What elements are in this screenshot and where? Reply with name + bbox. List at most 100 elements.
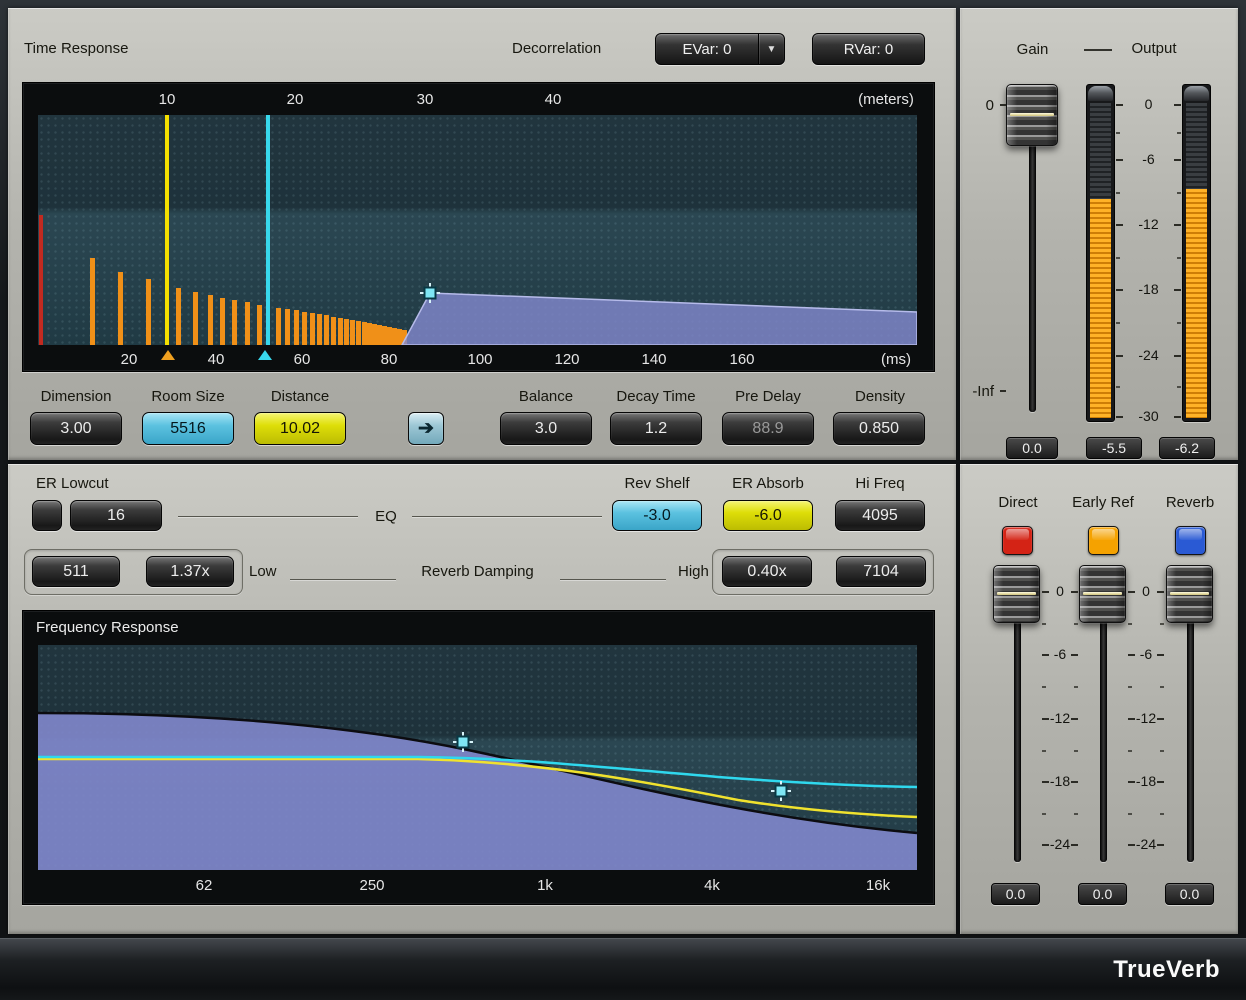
damping-low-freq-value[interactable]: 511 (32, 556, 120, 587)
reverb-fader-handle[interactable] (1166, 565, 1213, 623)
damping-high-freq-value[interactable]: 7104 (836, 556, 926, 587)
output-meter-right (1182, 84, 1211, 422)
reverb-level-handle[interactable] (425, 288, 436, 299)
er-lowcut-enable-button[interactable] (32, 500, 62, 531)
scale-tick-minor (1177, 322, 1181, 324)
damping-high-label: High (678, 563, 709, 580)
scale-tick-minor (1042, 813, 1046, 815)
time-response-svg (38, 115, 917, 345)
brand-logo: TrueVerb (1113, 939, 1220, 1000)
scale-tick-minor (1074, 750, 1078, 752)
freq-axis-tick: 62 (179, 877, 229, 894)
frequency-response-svg (38, 645, 917, 870)
direct-distance-marker[interactable] (161, 350, 175, 360)
early-ref-button[interactable] (1088, 526, 1119, 555)
ms-axis-tick: 40 (196, 351, 236, 368)
pre-delay-value[interactable]: 88.9 (722, 412, 814, 445)
meter-cap (1088, 86, 1113, 101)
impulse-bar (276, 308, 281, 345)
link-arrow-button[interactable]: ➔ (408, 412, 444, 445)
damping-high-ratio-value[interactable]: 0.40x (722, 556, 812, 587)
reverb-button[interactable] (1175, 526, 1206, 555)
dimension-label: Dimension (30, 388, 122, 405)
link-arrow-icon: ➔ (418, 417, 434, 440)
impulse-bar (397, 329, 402, 345)
scale-tick (1116, 355, 1123, 357)
impulse-bar (362, 322, 367, 345)
scale-tick (1042, 654, 1049, 656)
ms-axis-tick: 80 (369, 351, 409, 368)
er-lowcut-value[interactable]: 16 (70, 500, 162, 531)
meters-unit-label: (meters) (851, 91, 921, 108)
scale-tick-minor (1116, 386, 1120, 388)
freq-axis-tick: 1k (520, 877, 570, 894)
gain-scale-tick (1000, 390, 1006, 392)
rev-shelf-label: Rev Shelf (612, 475, 702, 492)
scale-tick (1174, 224, 1181, 226)
ms-axis-tick: 100 (460, 351, 500, 368)
ms-axis-tick: 140 (634, 351, 674, 368)
ms-axis-tick: 120 (547, 351, 587, 368)
mixer-scale-left: 0-6-12-18-24 (1042, 0, 1078, 900)
impulse-bar (392, 328, 397, 345)
impulse-bar (310, 313, 315, 345)
trueverb-window: Time Response Decorrelation EVar: 0 ▼ RV… (0, 0, 1246, 1000)
impulse-bar (350, 320, 355, 345)
rvar-button[interactable]: RVar: 0 (812, 33, 925, 65)
impulse-bar (118, 272, 123, 345)
damping-low-ratio-value[interactable]: 1.37x (146, 556, 234, 587)
gain-scale-tick (1000, 104, 1006, 106)
scale-tick (1071, 844, 1078, 846)
scale-tick-minor (1042, 686, 1046, 688)
gain-scale-top-label: 0 (972, 97, 994, 114)
scale-tick-minor (1128, 813, 1132, 815)
rev-shelf-value[interactable]: -3.0 (612, 500, 702, 531)
impulse-bar (176, 288, 181, 345)
direct-button[interactable] (1002, 526, 1033, 555)
scale-tick-minor (1177, 257, 1181, 259)
eq-handle[interactable] (776, 786, 787, 797)
distance-value[interactable]: 10.02 (254, 412, 346, 445)
scale-tick-minor (1128, 750, 1132, 752)
scale-tick (1157, 591, 1164, 593)
scale-tick (1071, 591, 1078, 593)
impulse-bar (338, 318, 343, 345)
scale-tick (1042, 591, 1049, 593)
decay-time-value[interactable]: 1.2 (610, 412, 702, 445)
chevron-down-icon[interactable]: ▼ (758, 34, 784, 64)
ms-unit-label: (ms) (871, 351, 921, 368)
frequency-response-plot[interactable] (38, 645, 917, 870)
er-absorb-label: ER Absorb (722, 475, 814, 492)
early-ref-marker[interactable] (258, 350, 272, 360)
hi-freq-value[interactable]: 4095 (835, 500, 925, 531)
meters-axis-tick: 30 (405, 91, 445, 108)
eq-handle[interactable] (458, 737, 469, 748)
time-response-plot[interactable] (38, 115, 917, 345)
room-size-value[interactable]: 5516 (142, 412, 234, 445)
meter-fill (1090, 199, 1111, 418)
direct-readout[interactable]: 0.0 (991, 883, 1040, 905)
density-label: Density (834, 388, 926, 405)
er-absorb-value[interactable]: -6.0 (723, 500, 813, 531)
scale-tick-minor (1116, 192, 1120, 194)
impulse-bar (294, 310, 299, 345)
freq-axis-tick: 250 (347, 877, 397, 894)
evar-dropdown[interactable]: EVar: 0 ▼ (655, 33, 785, 65)
direct-fader-handle[interactable] (993, 565, 1040, 623)
scale-tick (1071, 718, 1078, 720)
scale-tick (1071, 654, 1078, 656)
reverb-readout[interactable]: 0.0 (1165, 883, 1214, 905)
output-right-readout[interactable]: -6.2 (1159, 437, 1215, 459)
er-lowcut-label: ER Lowcut (36, 475, 109, 492)
meter-tube (1090, 103, 1111, 418)
dimension-value[interactable]: 3.00 (30, 412, 122, 445)
impulse-bar (266, 115, 270, 345)
density-value[interactable]: 0.850 (833, 412, 925, 445)
impulse-bar (208, 295, 213, 345)
early-ref-readout[interactable]: 0.0 (1078, 883, 1127, 905)
footer-bar: TrueVerb (0, 938, 1246, 1000)
early-ref-fader-handle[interactable] (1079, 565, 1126, 623)
scale-tick-minor (1116, 322, 1120, 324)
balance-value[interactable]: 3.0 (500, 412, 592, 445)
meter-cap (1184, 86, 1209, 101)
